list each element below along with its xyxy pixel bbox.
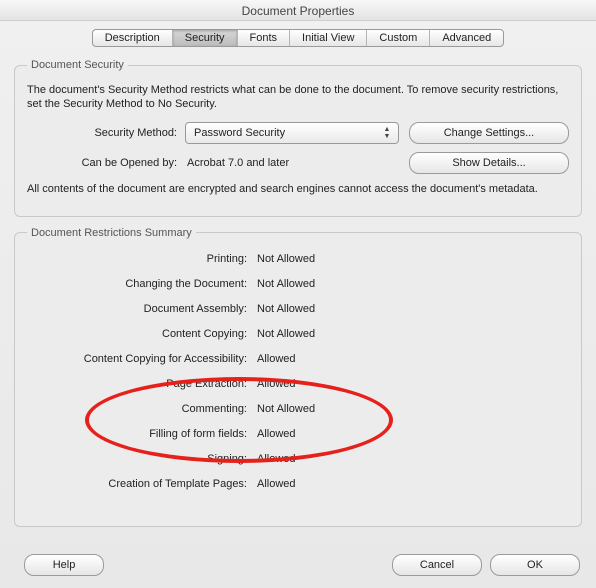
restriction-label: Signing: [27,453,257,465]
tab-custom[interactable]: Custom [367,30,430,46]
restriction-row: Changing the Document:Not Allowed [27,272,569,297]
restriction-row: Signing:Allowed [27,447,569,472]
tab-description[interactable]: Description [93,30,173,46]
restriction-label: Creation of Template Pages: [27,478,257,490]
document-properties-window: Document Properties DescriptionSecurityF… [0,0,596,588]
document-restrictions-legend: Document Restrictions Summary [27,227,196,239]
security-method-value: Password Security [194,127,285,139]
security-method-select[interactable]: Password Security ▲▼ [185,122,399,144]
restriction-row: Content Copying for Accessibility:Allowe… [27,347,569,372]
restriction-row: Filling of form fields:Allowed [27,422,569,447]
opened-by-label: Can be Opened by: [27,157,185,169]
opened-by-value: Acrobat 7.0 and later [185,157,409,169]
restriction-row: Creation of Template Pages:Allowed [27,472,569,497]
restriction-value: Not Allowed [257,278,377,290]
change-settings-button[interactable]: Change Settings... [409,122,569,144]
restriction-value: Not Allowed [257,328,377,340]
restriction-value: Allowed [257,378,377,390]
restriction-value: Allowed [257,428,377,440]
restriction-row: Document Assembly:Not Allowed [27,297,569,322]
restriction-row: Content Copying:Not Allowed [27,322,569,347]
restriction-label: Commenting: [27,403,257,415]
cancel-button[interactable]: Cancel [392,554,482,576]
restriction-row: Page Extraction:Allowed [27,372,569,397]
tab-fonts[interactable]: Fonts [238,30,291,46]
restriction-row: Commenting:Not Allowed [27,397,569,422]
restriction-label: Content Copying for Accessibility: [27,353,257,365]
restriction-value: Not Allowed [257,253,377,265]
help-button[interactable]: Help [24,554,104,576]
window-title: Document Properties [0,0,596,21]
document-restrictions-group: Document Restrictions Summary Printing:N… [14,227,582,527]
restriction-value: Allowed [257,353,377,365]
restriction-label: Document Assembly: [27,303,257,315]
tab-security[interactable]: Security [173,30,238,46]
restriction-value: Not Allowed [257,303,377,315]
restriction-value: Allowed [257,478,377,490]
document-security-legend: Document Security [27,59,128,71]
select-arrows-icon: ▲▼ [380,123,394,143]
restriction-label: Printing: [27,253,257,265]
security-method-label: Security Method: [27,127,185,139]
restriction-label: Changing the Document: [27,278,257,290]
tab-advanced[interactable]: Advanced [430,30,503,46]
ok-button[interactable]: OK [490,554,580,576]
encryption-note: All contents of the document are encrypt… [27,182,569,196]
tab-bar: DescriptionSecurityFontsInitial ViewCust… [0,29,596,47]
restriction-label: Page Extraction: [27,378,257,390]
security-description: The document's Security Method restricts… [27,83,569,112]
restriction-label: Filling of form fields: [27,428,257,440]
dialog-footer: Help Cancel OK [0,554,596,576]
restriction-label: Content Copying: [27,328,257,340]
restriction-value: Allowed [257,453,377,465]
restriction-row: Printing:Not Allowed [27,247,569,272]
tab-initial-view[interactable]: Initial View [290,30,367,46]
restriction-value: Not Allowed [257,403,377,415]
show-details-button[interactable]: Show Details... [409,152,569,174]
document-security-group: Document Security The document's Securit… [14,59,582,217]
